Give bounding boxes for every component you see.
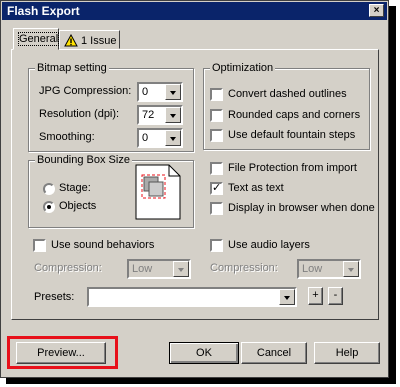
warning-icon: [64, 34, 78, 47]
optimization-title: Optimization: [210, 62, 276, 74]
sound-behaviors-label: Use sound behaviors: [51, 239, 155, 251]
window-title: Flash Export: [7, 4, 80, 18]
bitmap-setting-title: Bitmap setting: [35, 62, 109, 74]
resolution-label: Resolution (dpi):: [39, 108, 120, 120]
file-protection-label: File Protection from import: [228, 162, 357, 174]
display-browser-label: Display in browser when done: [228, 202, 375, 214]
close-icon: ×: [373, 5, 380, 16]
smoothing-value: 0: [142, 132, 149, 144]
file-protection-checkbox[interactable]: [210, 162, 223, 175]
chevron-down-icon[interactable]: [279, 289, 295, 305]
resolution-select[interactable]: 72: [137, 105, 183, 125]
ok-button[interactable]: OK: [169, 342, 239, 364]
help-label: Help: [335, 347, 359, 359]
audio-layers-checkbox[interactable]: [210, 239, 223, 252]
jpg-compression-label: JPG Compression:: [39, 85, 132, 97]
display-browser-checkbox[interactable]: [210, 202, 223, 215]
cancel-label: Cancel: [256, 347, 292, 359]
close-button[interactable]: ×: [369, 4, 384, 17]
flash-export-dialog: Flash Export × General 1 Issue Bitmap se…: [0, 0, 389, 378]
rounded-caps-checkbox[interactable]: [210, 109, 223, 122]
preview-highlight-box: [7, 336, 118, 369]
chevron-down-icon[interactable]: [165, 130, 181, 146]
presets-label: Presets:: [34, 291, 75, 303]
stage-radio[interactable]: [43, 183, 55, 195]
resolution-value: 72: [142, 109, 155, 121]
sound-compression-value: Low: [132, 263, 153, 275]
bounding-box-icon: [135, 164, 181, 220]
jpg-compression-value: 0: [142, 86, 149, 98]
add-preset-button[interactable]: +: [308, 287, 323, 305]
objects-label: Objects: [59, 200, 97, 212]
bounding-box-title: Bounding Box Size: [35, 154, 132, 166]
sound-behaviors-checkbox[interactable]: [33, 239, 46, 252]
title-bar[interactable]: Flash Export ×: [2, 2, 387, 20]
tab-issues-label: 1 Issue: [81, 35, 117, 47]
help-button[interactable]: Help: [314, 342, 380, 364]
sound-compression-select[interactable]: Low: [127, 259, 191, 279]
text-as-text-checkbox[interactable]: ✓: [210, 182, 223, 195]
objects-radio[interactable]: [43, 201, 55, 213]
stage-label: Stage:: [59, 182, 91, 194]
audio-compression-label: Compression:: [210, 262, 278, 274]
tab-general-label: General: [17, 32, 60, 46]
tab-issues[interactable]: 1 Issue: [59, 30, 120, 49]
smoothing-select[interactable]: 0: [137, 128, 183, 148]
chevron-down-icon[interactable]: [173, 261, 189, 277]
chevron-down-icon[interactable]: [165, 84, 181, 100]
fountain-steps-label: Use default fountain steps: [228, 129, 356, 141]
chevron-down-icon[interactable]: [343, 261, 359, 277]
convert-dashed-checkbox[interactable]: [210, 88, 223, 101]
chevron-down-icon[interactable]: [165, 107, 181, 123]
text-as-text-label: Text as text: [228, 182, 284, 194]
convert-dashed-label: Convert dashed outlines: [228, 88, 347, 100]
sound-compression-label: Compression:: [34, 262, 102, 274]
audio-layers-label: Use audio layers: [228, 239, 310, 251]
jpg-compression-select[interactable]: 0: [137, 82, 183, 102]
presets-select[interactable]: [87, 287, 297, 307]
cancel-button[interactable]: Cancel: [241, 342, 307, 364]
ok-label: OK: [196, 347, 212, 359]
smoothing-label: Smoothing:: [39, 131, 95, 143]
fountain-steps-checkbox[interactable]: [210, 129, 223, 142]
audio-compression-select[interactable]: Low: [297, 259, 361, 279]
rounded-caps-label: Rounded caps and corners: [228, 109, 361, 121]
audio-compression-value: Low: [302, 263, 323, 275]
tab-general[interactable]: General: [13, 28, 60, 50]
remove-preset-label: -: [333, 289, 338, 301]
add-preset-label: +: [312, 289, 319, 301]
remove-preset-button[interactable]: -: [328, 287, 343, 305]
